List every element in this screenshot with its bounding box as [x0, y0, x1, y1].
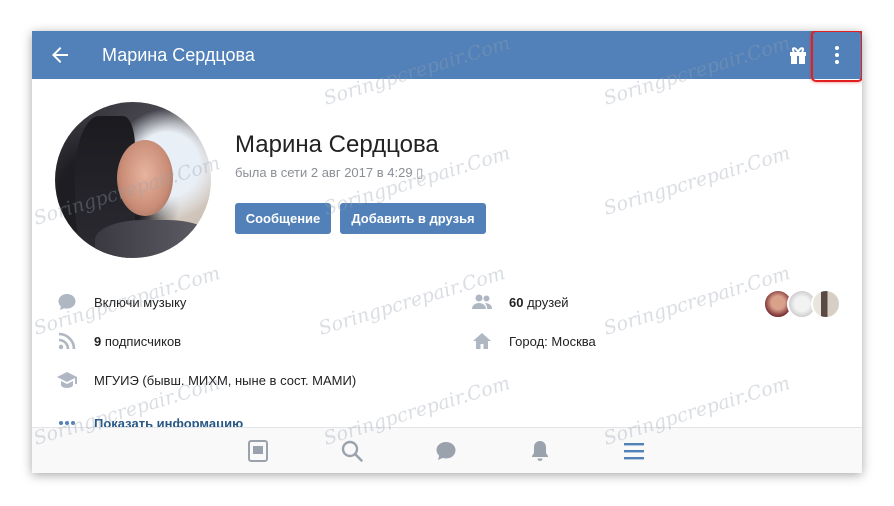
city-text: Город: Москва: [509, 333, 596, 349]
search-icon: [341, 440, 363, 462]
avatar-face: [117, 140, 173, 216]
rss-icon: [56, 330, 78, 352]
tab-messages[interactable]: [434, 439, 458, 463]
gift-icon: [790, 47, 806, 64]
arrow-left-icon: [52, 47, 68, 63]
tab-news[interactable]: [246, 439, 270, 463]
education-text: МГУИЭ (бывш. МИХМ, ныне в сост. МАМИ): [94, 372, 357, 388]
music-status-text: Включи музыку: [94, 294, 187, 310]
friends-count: 60: [509, 294, 524, 310]
app-window: Марина Сердцова Марина Сердцова была в с…: [32, 31, 862, 473]
tab-notifications[interactable]: [528, 439, 552, 463]
info-row-music[interactable]: Включи музыку: [56, 291, 186, 313]
info-row-city[interactable]: Город: Москва: [471, 330, 596, 352]
online-status: была в сети 2 авг 2017 в 4:29 ▯: [235, 165, 424, 180]
profile-name: Марина Сердцова: [235, 131, 439, 158]
followers-count: 9: [94, 333, 102, 349]
top-bar: Марина Сердцова: [32, 31, 862, 82]
messages-icon: [436, 442, 456, 460]
friends-label: друзей: [527, 294, 569, 310]
graduation-cap-icon: [56, 369, 78, 391]
avatar-clothing: [95, 220, 211, 258]
add-friend-button[interactable]: Добавить в друзья: [340, 203, 486, 234]
page-title: Марина Сердцова: [102, 45, 255, 65]
notifications-icon: [532, 441, 548, 461]
tab-menu[interactable]: [622, 439, 646, 463]
followers-label: подписчиков: [104, 333, 182, 349]
gift-button[interactable]: [787, 44, 809, 66]
info-row-education[interactable]: МГУИЭ (бывш. МИХМ, ныне в сост. МАМИ): [56, 369, 356, 391]
friend-avatar[interactable]: [811, 289, 841, 319]
menu-icon: [624, 443, 644, 460]
more-options-button[interactable]: [811, 31, 862, 82]
tab-search[interactable]: [340, 439, 364, 463]
bottom-navigation: [32, 427, 862, 473]
message-button[interactable]: Сообщение: [235, 203, 331, 234]
home-icon: [471, 330, 493, 352]
friends-text: 60 друзей: [509, 295, 569, 310]
avatar[interactable]: [55, 102, 211, 258]
news-icon: [248, 440, 268, 462]
users-icon: [471, 291, 493, 313]
speech-bubble-icon: [56, 291, 78, 313]
followers-text: 9 подписчиков: [94, 334, 181, 349]
info-row-friends[interactable]: 60 друзей: [471, 291, 569, 313]
info-row-followers[interactable]: 9 подписчиков: [56, 330, 181, 352]
back-button[interactable]: [48, 43, 72, 67]
more-vertical-icon: [835, 46, 839, 64]
